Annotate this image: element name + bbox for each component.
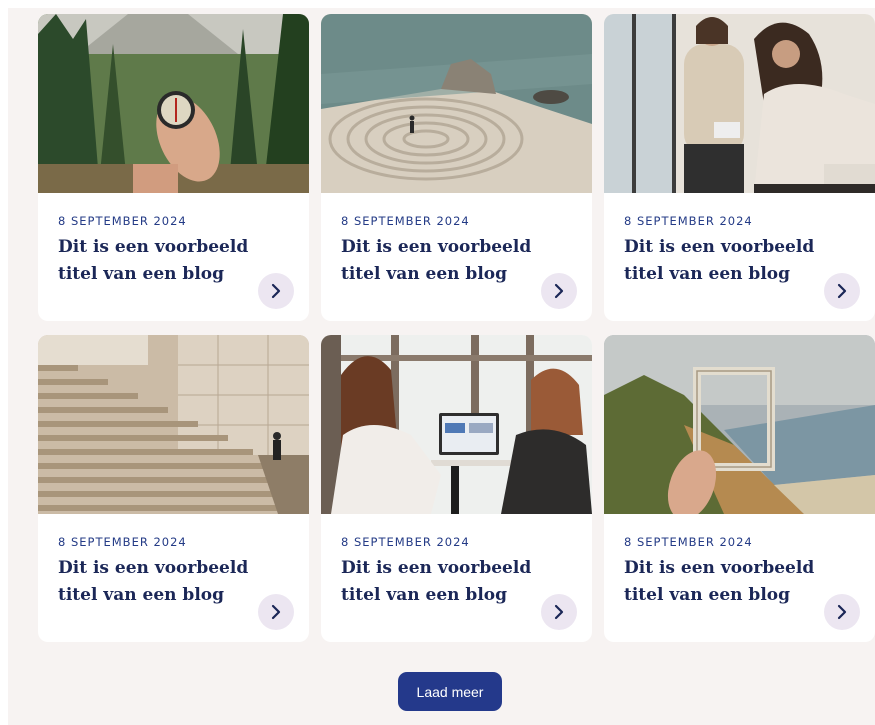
blog-card[interactable]: 8 SEPTEMBER 2024 Dit is een voorbeeld ti…	[38, 14, 309, 321]
blog-card[interactable]: 8 SEPTEMBER 2024 Dit is een voorbeeld ti…	[321, 14, 592, 321]
blog-card-image[interactable]	[321, 335, 592, 514]
blog-card-date: 8 SEPTEMBER 2024	[58, 535, 187, 549]
blog-card-date: 8 SEPTEMBER 2024	[624, 214, 753, 228]
blog-card-image[interactable]	[321, 14, 592, 193]
read-more-button[interactable]	[541, 594, 577, 630]
blog-card[interactable]: 8 SEPTEMBER 2024 Dit is een voorbeeld ti…	[38, 335, 309, 642]
blog-card-image[interactable]	[38, 14, 309, 193]
blog-card-title[interactable]: Dit is een voorbeeld titel van een blog	[58, 234, 283, 288]
chevron-right-icon	[271, 604, 281, 620]
load-more-button[interactable]: Laad meer	[398, 672, 502, 711]
blog-card-date: 8 SEPTEMBER 2024	[341, 214, 470, 228]
read-more-button[interactable]	[824, 273, 860, 309]
laptop-meeting-photo	[321, 335, 592, 514]
blog-card-title[interactable]: Dit is een voorbeeld titel van een blog	[58, 555, 283, 609]
chevron-right-icon	[837, 604, 847, 620]
blog-section: 8 SEPTEMBER 2024 Dit is een voorbeeld ti…	[8, 8, 875, 725]
staircase-photo	[38, 335, 309, 514]
blog-card-image[interactable]	[38, 335, 309, 514]
blog-card-title[interactable]: Dit is een voorbeeld titel van een blog	[624, 555, 849, 609]
read-more-button[interactable]	[541, 273, 577, 309]
blog-card-date: 8 SEPTEMBER 2024	[624, 535, 753, 549]
read-more-button[interactable]	[258, 594, 294, 630]
beach-labyrinth-photo	[321, 14, 592, 193]
frame-coast-photo	[604, 335, 875, 514]
blog-card[interactable]: 8 SEPTEMBER 2024 Dit is een voorbeeld ti…	[604, 335, 875, 642]
blog-card-date: 8 SEPTEMBER 2024	[341, 535, 470, 549]
read-more-button[interactable]	[258, 273, 294, 309]
chevron-right-icon	[554, 604, 564, 620]
chevron-right-icon	[554, 283, 564, 299]
read-more-button[interactable]	[824, 594, 860, 630]
blog-card-title[interactable]: Dit is een voorbeeld titel van een blog	[341, 234, 566, 288]
compass-forest-photo	[38, 14, 309, 193]
blog-card-date: 8 SEPTEMBER 2024	[58, 214, 187, 228]
blog-card[interactable]: 8 SEPTEMBER 2024 Dit is een voorbeeld ti…	[604, 14, 875, 321]
chevron-right-icon	[837, 283, 847, 299]
meeting-photo	[604, 14, 875, 193]
blog-card-image[interactable]	[604, 14, 875, 193]
blog-card[interactable]: 8 SEPTEMBER 2024 Dit is een voorbeeld ti…	[321, 335, 592, 642]
blog-card-title[interactable]: Dit is een voorbeeld titel van een blog	[624, 234, 849, 288]
blog-card-title[interactable]: Dit is een voorbeeld titel van een blog	[341, 555, 566, 609]
blog-card-image[interactable]	[604, 335, 875, 514]
chevron-right-icon	[271, 283, 281, 299]
